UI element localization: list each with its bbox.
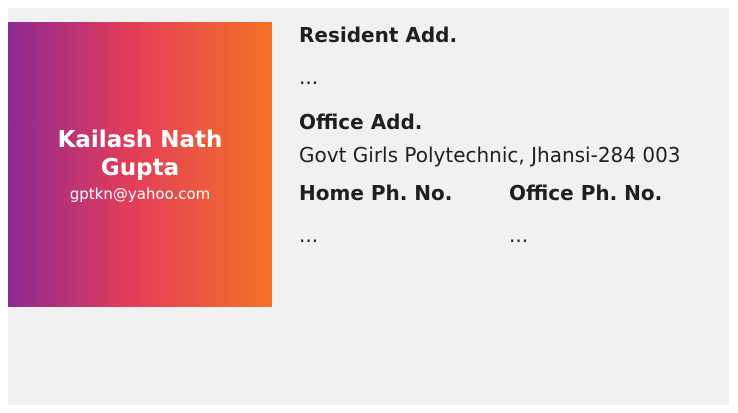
office-phone-value: ... — [509, 223, 529, 247]
resident-address-label: Resident Add. — [299, 23, 458, 47]
page: Kailash Nath Gupta gptkn@yahoo.com Resid… — [0, 0, 738, 413]
home-phone-label: Home Ph. No. — [299, 181, 453, 205]
profile-panel: Kailash Nath Gupta gptkn@yahoo.com — [8, 22, 272, 307]
contact-details: Resident Add. ... Office Add. Govt Girls… — [299, 21, 719, 249]
office-address-label: Office Add. — [299, 110, 423, 134]
phone-numbers: Home Ph. No. ... Office Ph. No. ... — [299, 179, 719, 249]
office-phone-label: Office Ph. No. — [509, 181, 663, 205]
office-phone: Office Ph. No. ... — [509, 179, 719, 249]
office-address-value: Govt Girls Polytechnic, Jhansi-284 003 — [299, 143, 681, 167]
contact-card: Kailash Nath Gupta gptkn@yahoo.com Resid… — [8, 8, 729, 405]
person-email[interactable]: gptkn@yahoo.com — [70, 184, 211, 204]
resident-address-value: ... — [299, 65, 319, 89]
home-phone: Home Ph. No. ... — [299, 179, 509, 249]
person-name: Kailash Nath Gupta — [57, 126, 223, 181]
home-phone-value: ... — [299, 223, 319, 247]
